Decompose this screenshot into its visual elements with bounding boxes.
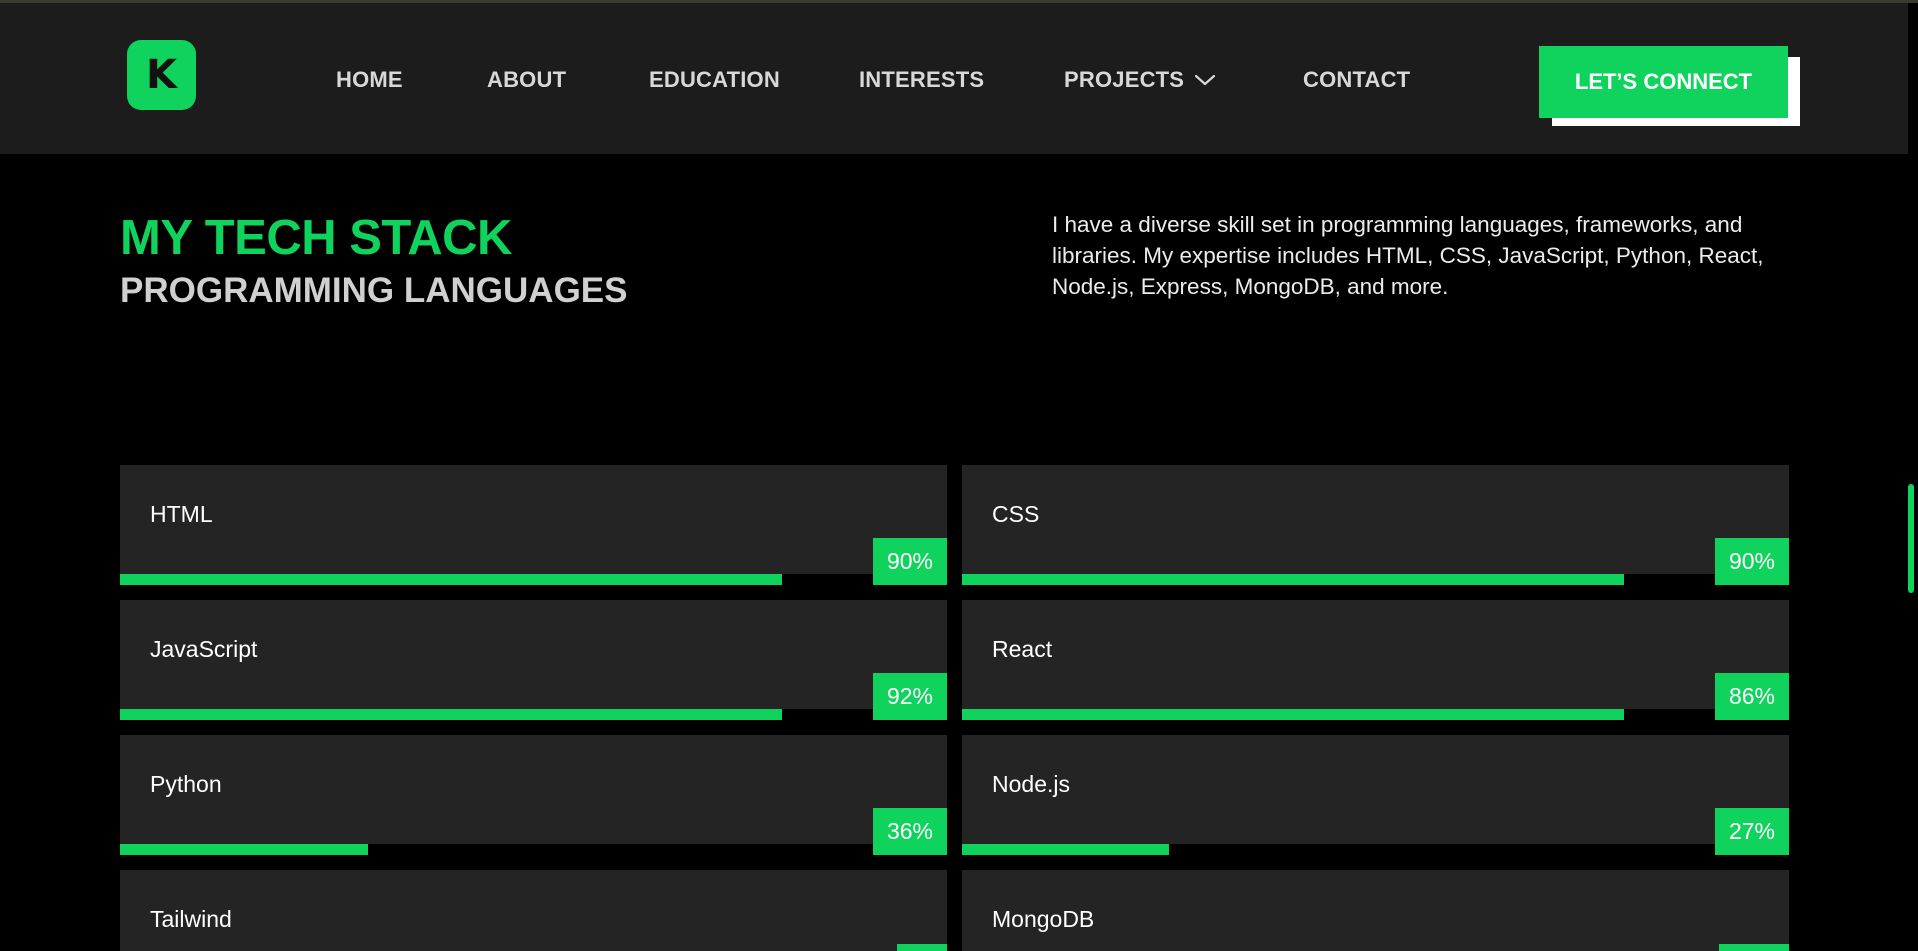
skill-card: JavaScript 92% bbox=[120, 600, 947, 720]
skill-name: MongoDB bbox=[992, 906, 1095, 932]
skill-name: Tailwind bbox=[150, 906, 232, 932]
skill-percent-badge: 27% bbox=[1714, 808, 1789, 855]
skill-name: React bbox=[992, 636, 1053, 662]
skill-percent-badge bbox=[897, 944, 947, 951]
progress-track bbox=[962, 844, 1789, 855]
section-description: I have a diverse skill set in programmin… bbox=[1052, 212, 1764, 299]
nav-projects[interactable]: PROJECTS bbox=[1064, 66, 1216, 94]
progress-track bbox=[962, 709, 1789, 720]
skill-card: Node.js 27% bbox=[962, 735, 1789, 855]
skill-name: CSS bbox=[992, 501, 1040, 527]
progress-bar bbox=[962, 709, 1624, 720]
skill-card: HTML 90% bbox=[120, 465, 947, 585]
progress-track bbox=[120, 709, 947, 720]
skill-percent-badge: 90% bbox=[1714, 538, 1789, 585]
skill-card: Tailwind bbox=[120, 870, 947, 951]
skill-percent-badge: 92% bbox=[872, 673, 947, 720]
section-title: MY TECH STACK bbox=[120, 211, 512, 265]
logo[interactable]: K bbox=[127, 40, 196, 110]
nav-home[interactable]: HOME bbox=[336, 66, 403, 94]
skill-percent-badge: 90% bbox=[872, 538, 947, 585]
nav-projects-label: PROJECTS bbox=[1064, 67, 1185, 92]
nav-contact[interactable]: CONTACT bbox=[1303, 66, 1410, 94]
skill-name: JavaScript bbox=[150, 636, 258, 662]
skill-percent-badge bbox=[1719, 944, 1789, 951]
skill-name: HTML bbox=[150, 501, 213, 527]
skill-name: Python bbox=[150, 771, 222, 797]
skill-percent-badge: 36% bbox=[872, 808, 947, 855]
skill-card: React 86% bbox=[962, 600, 1789, 720]
nav-interests[interactable]: INTERESTS bbox=[859, 66, 984, 94]
navbar: K HOME ABOUT EDUCATION INTERESTS PROJECT… bbox=[0, 3, 1908, 154]
skill-card: Python 36% bbox=[120, 735, 947, 855]
lets-connect-button[interactable]: LET’S CONNECT bbox=[1539, 46, 1788, 118]
logo-letter: K bbox=[146, 52, 177, 98]
chevron-down-icon[interactable] bbox=[1194, 73, 1216, 87]
progress-bar bbox=[120, 574, 782, 585]
progress-track bbox=[120, 574, 947, 585]
skill-card: CSS 90% bbox=[962, 465, 1789, 585]
progress-track bbox=[120, 844, 947, 855]
skill-card: MongoDB bbox=[962, 870, 1789, 951]
section-subtitle: PROGRAMMING LANGUAGES bbox=[120, 271, 628, 310]
skill-percent-badge: 86% bbox=[1714, 673, 1789, 720]
nav-education[interactable]: EDUCATION bbox=[649, 66, 780, 94]
progress-track bbox=[962, 574, 1789, 585]
progress-bar bbox=[962, 574, 1624, 585]
progress-bar bbox=[120, 709, 782, 720]
nav-about[interactable]: ABOUT bbox=[487, 66, 566, 94]
skill-name: Node.js bbox=[992, 771, 1070, 797]
progress-bar bbox=[962, 844, 1169, 855]
progress-bar bbox=[120, 844, 369, 855]
scroll-indicator[interactable] bbox=[1908, 484, 1914, 593]
